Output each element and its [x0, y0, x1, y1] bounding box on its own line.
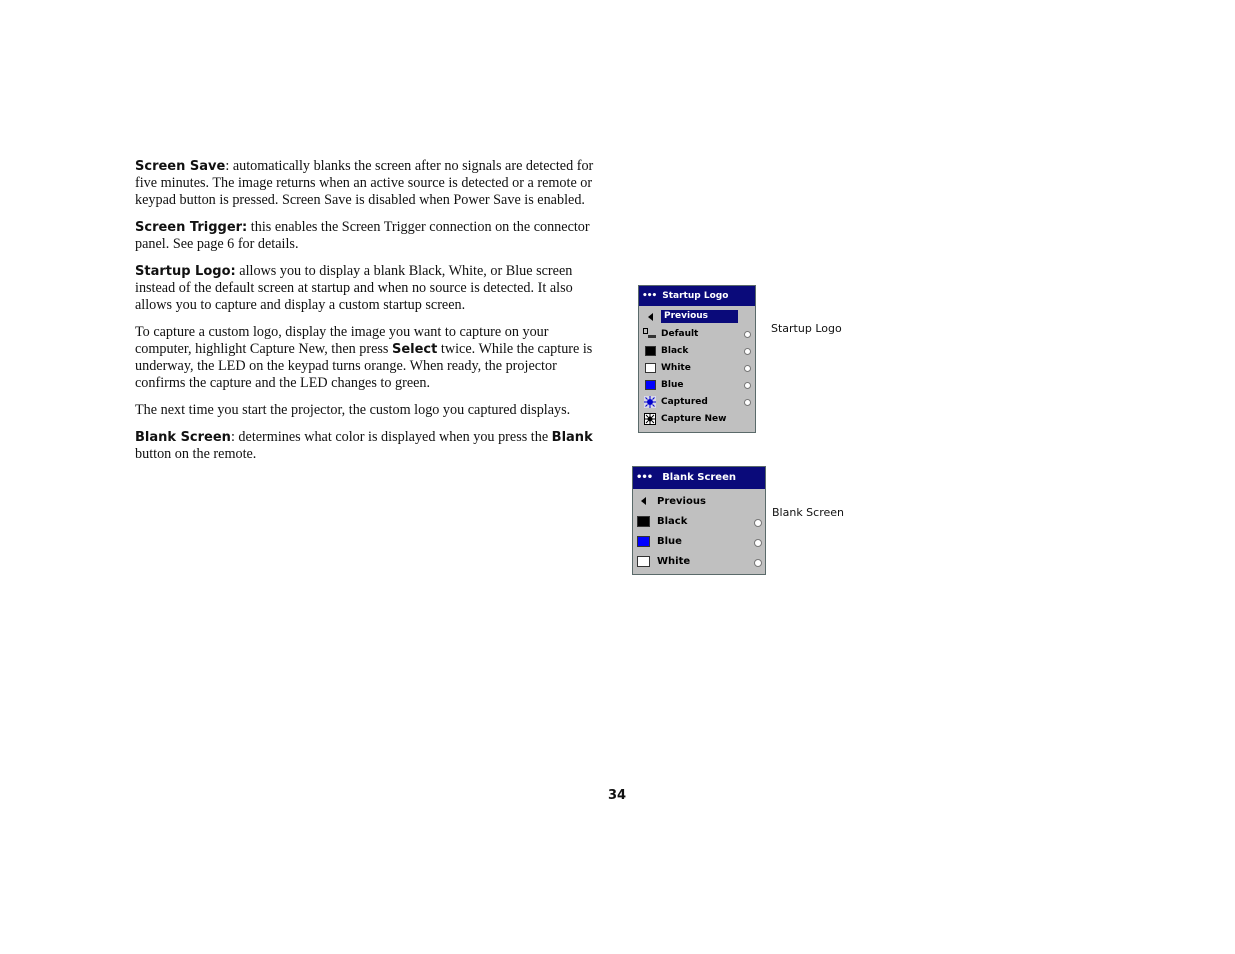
term-select: Select: [391, 342, 438, 357]
menu-item-label: White: [661, 362, 691, 373]
menu-item-white[interactable]: White: [639, 359, 755, 376]
figure-caption-startup-logo: Startup Logo: [771, 322, 842, 335]
captured-icon: [644, 395, 656, 408]
menu-title-bar: ••• Startup Logo: [639, 286, 755, 306]
menu-item-default[interactable]: Default: [639, 325, 755, 342]
menu-item-label: Previous: [657, 495, 706, 507]
radio-button[interactable]: [744, 382, 751, 389]
startup-logo-menu: ••• Startup Logo Previous Default Black …: [638, 285, 756, 433]
white-swatch-icon: [636, 555, 650, 567]
menu-item-label: Default: [661, 328, 699, 339]
text-blank-screen-2: button on the remote.: [135, 446, 257, 462]
menu-item-black[interactable]: Black: [639, 342, 755, 359]
menu-dots-icon: •••: [642, 290, 657, 301]
radio-button[interactable]: [744, 399, 751, 406]
arrow-left-icon: [640, 497, 646, 505]
blue-swatch-icon: [636, 535, 650, 547]
menu-item-label: Blue: [657, 535, 682, 547]
black-swatch-icon: [636, 515, 650, 527]
paragraph-screen-trigger: Screen Trigger: this enables the Screen …: [135, 219, 605, 253]
arrow-left-icon: [647, 312, 653, 321]
menu-item-black[interactable]: Black: [633, 511, 765, 531]
radio-button[interactable]: [744, 348, 751, 355]
black-swatch-icon: [644, 345, 656, 356]
body-text: Screen Save: automatically blanks the sc…: [135, 158, 605, 473]
radio-button[interactable]: [754, 559, 762, 567]
menu-item-label: Capture New: [661, 413, 727, 424]
paragraph-next-time: The next time you start the projector, t…: [135, 402, 605, 419]
menu-item-label: Previous: [661, 310, 738, 323]
menu-item-capture-new[interactable]: Capture New: [639, 410, 755, 427]
menu-item-blue[interactable]: Blue: [639, 376, 755, 393]
paragraph-capture: To capture a custom logo, display the im…: [135, 324, 605, 392]
capture-new-icon: [644, 412, 656, 425]
text-next-time: The next time you start the projector, t…: [135, 402, 571, 418]
menu-item-white[interactable]: White: [633, 551, 765, 571]
white-swatch-icon: [644, 362, 656, 373]
menu-dots-icon: •••: [636, 472, 653, 483]
menu-item-label: White: [657, 555, 691, 567]
radio-button[interactable]: [754, 519, 762, 527]
radio-button[interactable]: [744, 331, 751, 338]
paragraph-startup-logo: Startup Logo: allows you to display a bl…: [135, 263, 605, 314]
blue-swatch-icon: [644, 379, 656, 390]
page-number: 34: [608, 788, 627, 803]
term-blank-screen: Blank Screen: [135, 430, 231, 445]
menu-item-previous[interactable]: Previous: [639, 308, 755, 325]
term-screen-trigger: Screen Trigger:: [135, 220, 248, 235]
term-startup-logo: Startup Logo:: [135, 264, 236, 279]
menu-title: Blank Screen: [662, 472, 736, 483]
term-blank: Blank: [551, 430, 593, 445]
menu-item-captured[interactable]: Captured: [639, 393, 755, 410]
figure-caption-blank-screen: Blank Screen: [772, 506, 844, 519]
menu-item-label: Black: [657, 515, 688, 527]
menu-title-bar: ••• Blank Screen: [633, 467, 765, 489]
text-blank-screen-1: : determines what color is displayed whe…: [230, 429, 552, 445]
default-logo-icon: [643, 328, 656, 338]
blank-screen-menu: ••• Blank Screen Previous Black Blue Whi…: [632, 466, 766, 575]
menu-item-previous[interactable]: Previous: [633, 491, 765, 511]
term-screen-save: Screen Save: [135, 159, 226, 174]
menu-item-label: Blue: [661, 379, 684, 390]
menu-item-blue[interactable]: Blue: [633, 531, 765, 551]
paragraph-blank-screen: Blank Screen: determines what color is d…: [135, 429, 605, 463]
radio-button[interactable]: [744, 365, 751, 372]
menu-title: Startup Logo: [662, 290, 729, 301]
radio-button[interactable]: [754, 539, 762, 547]
paragraph-screen-save: Screen Save: automatically blanks the sc…: [135, 158, 605, 209]
menu-item-label: Captured: [661, 396, 708, 407]
menu-item-label: Black: [661, 345, 689, 356]
